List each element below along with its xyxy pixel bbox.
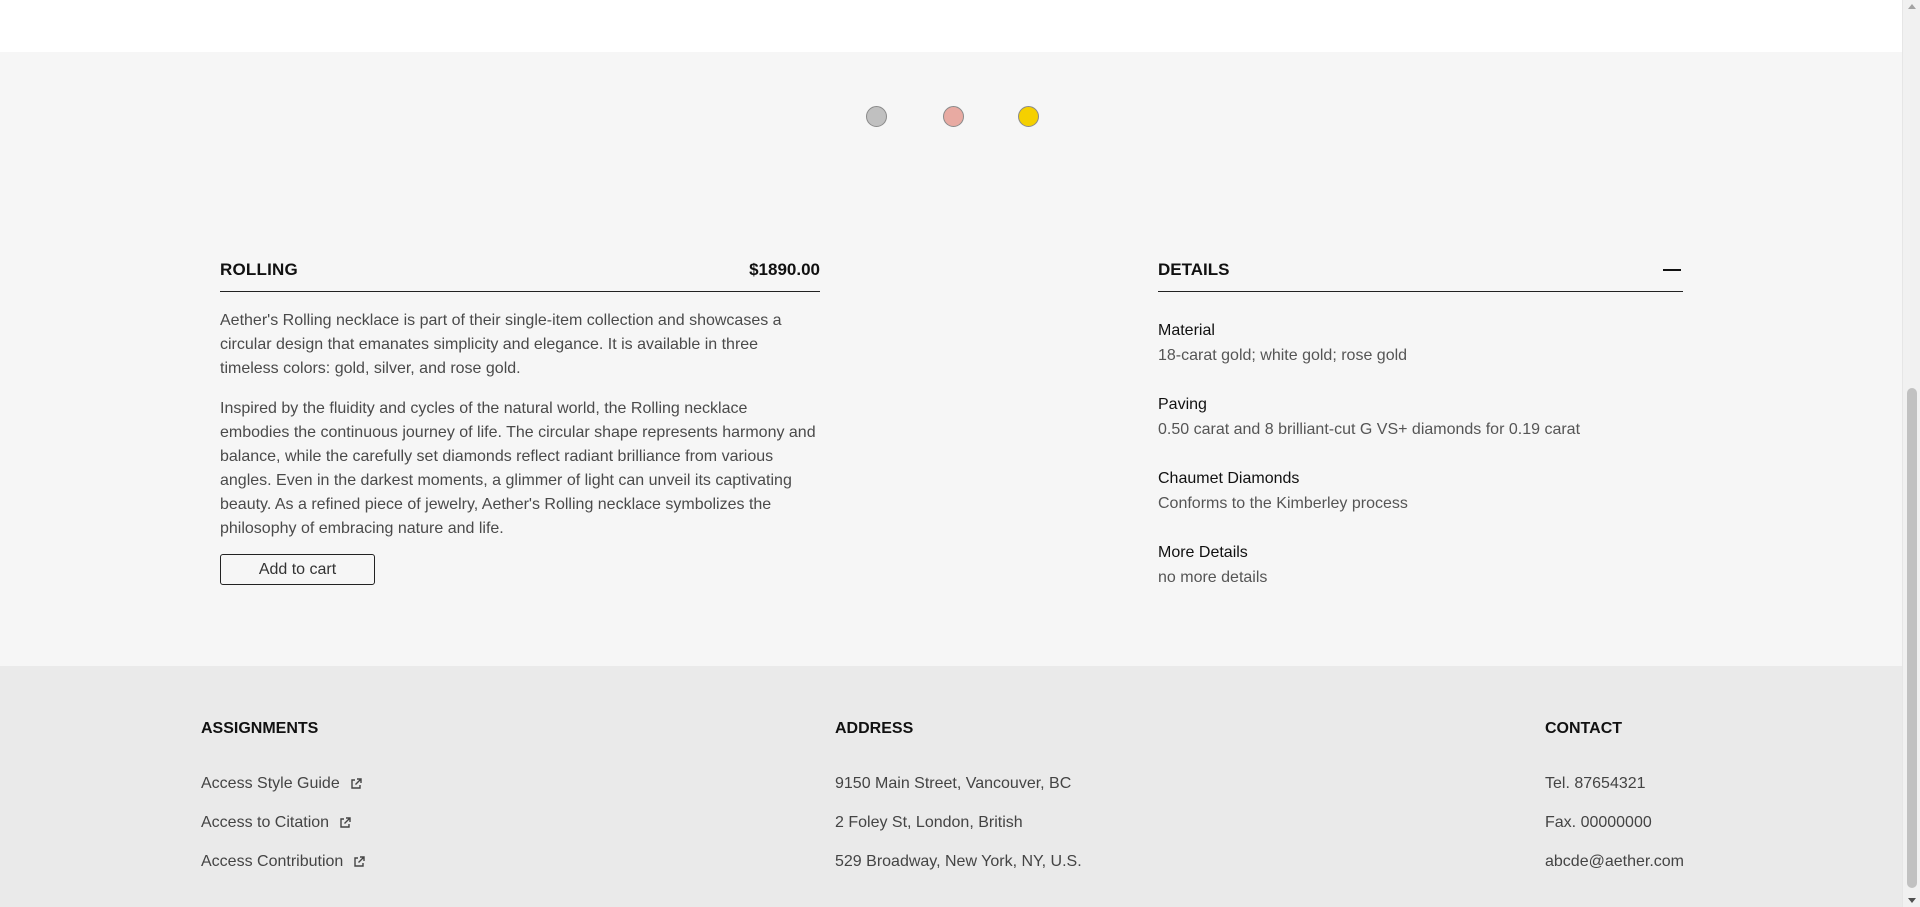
footer-heading: ADDRESS bbox=[835, 720, 914, 737]
link-label: Access Style Guide bbox=[201, 775, 340, 792]
external-link-icon bbox=[354, 856, 365, 867]
product-description-1: Aether's Rolling necklace is part of the… bbox=[220, 312, 782, 377]
swatch-silver[interactable] bbox=[866, 106, 887, 127]
link-label: Access to Citation bbox=[201, 814, 330, 831]
product-price: $1890.00 bbox=[749, 259, 820, 279]
details-header[interactable]: DETAILS bbox=[1158, 248, 1683, 292]
detail-value: 0.50 carat and 8 brilliant-cut G VS+ dia… bbox=[1158, 421, 1581, 438]
address-line: 529 Broadway, New York, NY, U.S. bbox=[835, 853, 1082, 870]
style-guide-link[interactable]: Access Style Guide bbox=[201, 774, 365, 794]
detail-label: Paving bbox=[1158, 396, 1207, 413]
contact-phone: Tel. 87654321 bbox=[1545, 775, 1646, 792]
swatch-gold[interactable] bbox=[1018, 106, 1039, 127]
detail-paving: Paving 0.50 carat and 8 brilliant-cut G … bbox=[1158, 395, 1683, 440]
product-header: ROLLING $1890.00 bbox=[220, 248, 820, 292]
citation-link[interactable]: Access to Citation bbox=[201, 813, 365, 833]
detail-label: Chaumet Diamonds bbox=[1158, 470, 1300, 487]
detail-label: More Details bbox=[1158, 544, 1248, 561]
swatch-rose-gold[interactable] bbox=[943, 106, 964, 127]
product-name: ROLLING bbox=[220, 259, 298, 279]
detail-diamonds: Chaumet Diamonds Conforms to the Kimberl… bbox=[1158, 469, 1683, 514]
top-header-area bbox=[0, 0, 1902, 52]
contribution-link[interactable]: Access Contribution bbox=[201, 852, 365, 872]
scroll-thumb[interactable] bbox=[1907, 388, 1917, 888]
product-info: ROLLING $1890.00 Aether's Rolling neckla… bbox=[220, 248, 820, 585]
external-link-icon bbox=[340, 817, 351, 828]
details-panel: DETAILS Material 18-carat gold; white go… bbox=[1158, 248, 1683, 588]
detail-value: 18-carat gold; white gold; rose gold bbox=[1158, 347, 1408, 364]
link-label: Access Contribution bbox=[201, 853, 344, 870]
footer-assignments: ASSIGNMENTS Access Style Guide Access to… bbox=[201, 720, 365, 872]
detail-value: no more details bbox=[1158, 569, 1268, 586]
contact-fax: Fax. 00000000 bbox=[1545, 814, 1652, 831]
address-line: 2 Foley St, London, British bbox=[835, 814, 1023, 831]
footer-heading: CONTACT bbox=[1545, 720, 1623, 737]
collapse-minus-icon[interactable] bbox=[1661, 259, 1683, 281]
footer-contact: CONTACT Tel. 87654321 Fax. 00000000 abcd… bbox=[1545, 720, 1684, 872]
color-swatch-selector bbox=[0, 106, 1902, 128]
add-to-cart-button[interactable]: Add to cart bbox=[220, 554, 375, 585]
detail-more: More Details no more details bbox=[1158, 543, 1683, 588]
detail-label: Material bbox=[1158, 322, 1215, 339]
detail-value: Conforms to the Kimberley process bbox=[1158, 495, 1408, 512]
footer-address: ADDRESS 9150 Main Street, Vancouver, BC … bbox=[835, 720, 1082, 872]
site-footer: ASSIGNMENTS Access Style Guide Access to… bbox=[0, 666, 1902, 907]
contact-email[interactable]: abcde@aether.com bbox=[1545, 852, 1684, 872]
address-line: 9150 Main Street, Vancouver, BC bbox=[835, 775, 1072, 792]
vertical-scrollbar[interactable] bbox=[1902, 0, 1920, 907]
scroll-down-icon[interactable] bbox=[1908, 898, 1916, 903]
product-description-2: Inspired by the fluidity and cycles of t… bbox=[220, 400, 816, 537]
details-title: DETAILS bbox=[1158, 259, 1230, 279]
external-link-icon bbox=[351, 778, 362, 789]
footer-heading: ASSIGNMENTS bbox=[201, 720, 319, 737]
detail-material: Material 18-carat gold; white gold; rose… bbox=[1158, 321, 1683, 366]
scroll-up-icon[interactable] bbox=[1908, 4, 1916, 9]
